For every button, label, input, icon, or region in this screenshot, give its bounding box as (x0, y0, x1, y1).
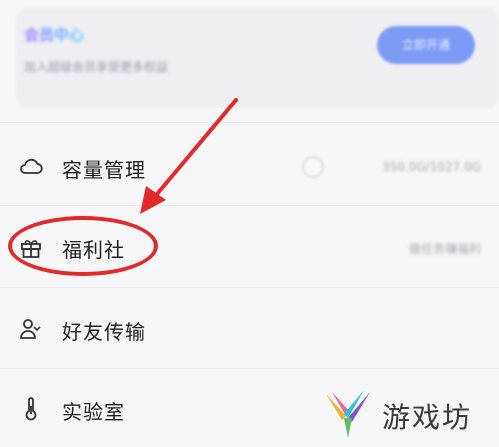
menu-item-label: 实验室 (62, 400, 125, 424)
watermark-logo-icon (326, 390, 370, 438)
menu-item-friend-transfer[interactable]: 好友传输 (0, 288, 499, 370)
vip-card-subtitle: 加入超级会员享受更多权益 (24, 60, 169, 74)
vip-open-button[interactable]: 立即开通 (377, 26, 475, 64)
divider (0, 368, 499, 369)
watermark-text: 游戏坊 (382, 401, 473, 434)
storage-usage-text: 350.0G/1027.0G (382, 160, 481, 174)
vip-card-title: 会员中心 (24, 26, 85, 44)
menu-item-storage[interactable]: 容量管理 350.0G/1027.0G (0, 126, 499, 208)
thermometer-icon (18, 396, 44, 422)
storage-usage-icon (302, 156, 324, 178)
highlight-ellipse (8, 216, 158, 276)
welfare-hint-text: 做任务赚福利 (408, 242, 481, 256)
menu-item-label: 好友传输 (62, 320, 146, 344)
divider (0, 122, 499, 123)
cloud-icon (18, 154, 44, 180)
menu-item-label: 容量管理 (62, 158, 146, 182)
people-icon (18, 316, 44, 342)
